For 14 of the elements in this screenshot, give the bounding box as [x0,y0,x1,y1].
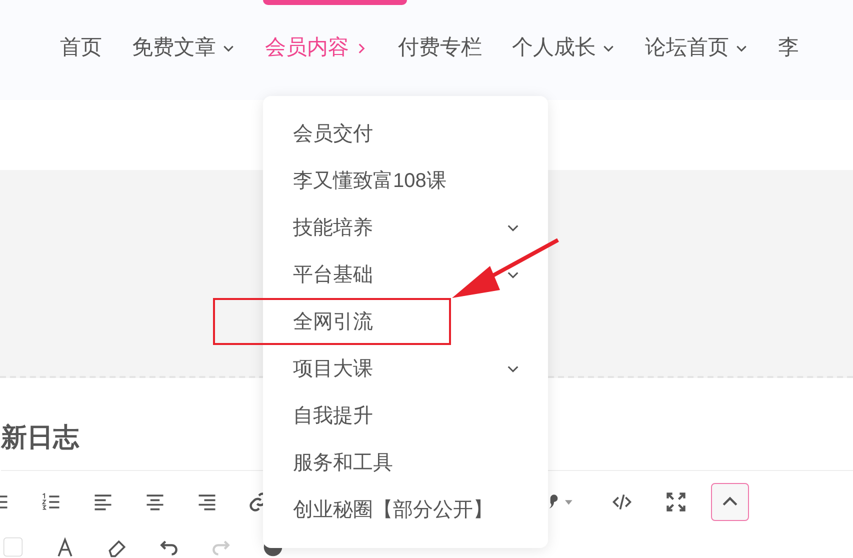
menu-item[interactable]: 李又懂致富108课 [263,157,548,204]
menu-item[interactable]: 会员交付 [263,110,548,157]
nav-link[interactable]: 李 [778,33,799,63]
nav-link[interactable]: 个人成长 [512,33,615,63]
menu-item[interactable]: 全网引流 [213,298,451,345]
nav-link[interactable]: 论坛首页 [645,33,748,63]
menu-item[interactable]: 技能培养 [263,204,548,251]
chevron-up-icon[interactable] [711,483,749,521]
nav-link[interactable]: 免费文章 [132,33,235,63]
menu-item[interactable]: 项目大课 [263,345,548,392]
nav-link[interactable]: 付费专栏 [398,33,482,63]
nav-link[interactable]: 首页 [60,33,102,63]
menu-item[interactable]: 平台基础 [263,251,548,298]
menu-item[interactable]: 创业秘圈【部分公开】 [263,486,548,533]
